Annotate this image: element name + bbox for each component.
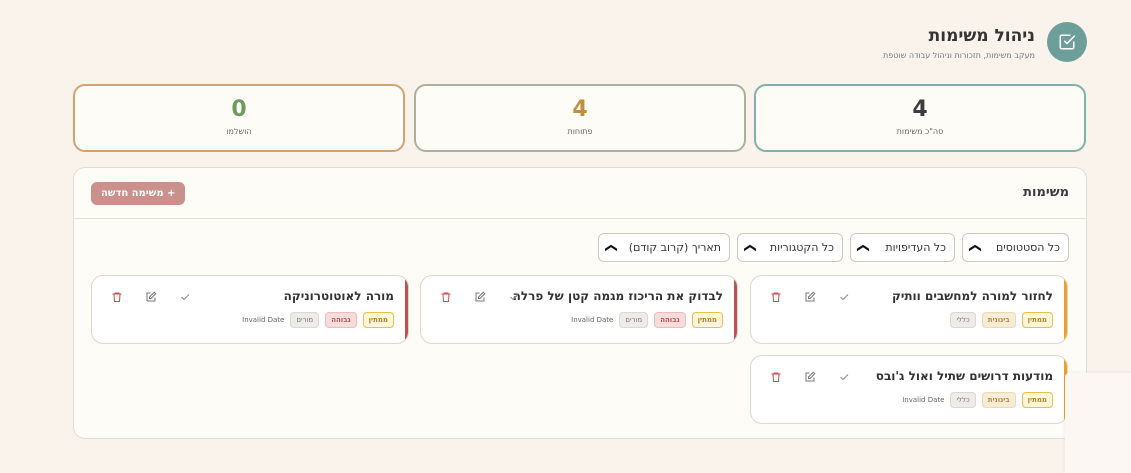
status-badge: ממתין bbox=[1021, 392, 1053, 408]
stat-total-label: סה"כ משימות bbox=[896, 127, 944, 136]
priority-badge: גבוהה bbox=[325, 312, 357, 328]
sort-value: תאריך (קרוב קודם) bbox=[628, 241, 721, 254]
priority-stripe bbox=[1064, 276, 1067, 343]
task-card[interactable]: מודעות דרושים שתיל ואול ג'ובס ממתין בינו… bbox=[750, 355, 1068, 424]
task-tags: ממתין בינונית כללי bbox=[950, 312, 1053, 328]
priority-stripe bbox=[405, 276, 408, 343]
priority-badge: בינונית bbox=[981, 312, 1016, 328]
priority-badge: גבוהה bbox=[654, 312, 686, 328]
chevron-down-icon: ❯ bbox=[857, 242, 872, 253]
status-badge: ממתין bbox=[691, 312, 723, 328]
page-title: ניהול משימות bbox=[928, 25, 1035, 46]
task-title: מודעות דרושים שתיל ואול ג'ובס bbox=[875, 369, 1053, 383]
status-filter-select[interactable]: כל הסטטוסים ❯ bbox=[962, 233, 1069, 262]
complete-icon[interactable] bbox=[835, 288, 853, 306]
complete-icon[interactable] bbox=[505, 288, 523, 306]
filters-bar: כל הסטטוסים ❯ כל העדיפויות ❯ כל הקטגוריו… bbox=[598, 233, 1069, 262]
status-badge: ממתין bbox=[362, 312, 394, 328]
edit-icon[interactable] bbox=[801, 288, 819, 306]
complete-icon[interactable] bbox=[176, 288, 194, 306]
tasks-panel-title: משימות bbox=[1023, 185, 1069, 200]
task-actions bbox=[767, 288, 853, 306]
stat-open: 4 פתוחות bbox=[414, 84, 746, 152]
tasks-panel-header: משימות + משימה חדשה bbox=[74, 168, 1086, 219]
delete-icon[interactable] bbox=[767, 368, 785, 386]
status-badge: ממתין bbox=[1021, 312, 1053, 328]
stat-total: 4 סה"כ משימות bbox=[754, 84, 1086, 152]
page-subtitle: מעקב משימות, תזכורות וניהול עבודה שוטפת bbox=[883, 50, 1035, 60]
stat-total-value: 4 bbox=[912, 97, 928, 122]
priority-filter-value: כל העדיפויות bbox=[885, 241, 946, 254]
task-title: מורה לאוטוטרוניקה bbox=[283, 289, 394, 303]
task-tags: ממתין גבוהה מורים Invalid Date bbox=[242, 312, 394, 328]
new-task-button[interactable]: + משימה חדשה bbox=[91, 182, 186, 205]
category-badge: כללי bbox=[950, 312, 976, 328]
task-tags: ממתין גבוהה מורים Invalid Date bbox=[571, 312, 723, 328]
header-text: ניהול משימות מעקב משימות, תזכורות וניהול… bbox=[883, 25, 1035, 60]
stat-done-value: 0 bbox=[231, 97, 247, 122]
chevron-down-icon: ❯ bbox=[605, 242, 620, 253]
due-date: Invalid Date bbox=[242, 316, 285, 324]
task-title: לחזור למורה למחשבים וותיק bbox=[891, 289, 1053, 303]
stat-open-label: פתוחות bbox=[567, 127, 593, 136]
task-actions bbox=[437, 288, 523, 306]
delete-icon[interactable] bbox=[767, 288, 785, 306]
task-title: לבדוק את הריכוז מגמה קטן של פרלה bbox=[512, 289, 723, 303]
chevron-down-icon: ❯ bbox=[969, 242, 984, 253]
task-card[interactable]: לחזור למורה למחשבים וותיק ממתין בינונית … bbox=[750, 275, 1068, 344]
edit-icon[interactable] bbox=[142, 288, 160, 306]
task-card[interactable]: מורה לאוטוטרוניקה ממתין גבוהה מורים Inva… bbox=[91, 275, 409, 344]
delete-icon[interactable] bbox=[108, 288, 126, 306]
status-filter-value: כל הסטטוסים bbox=[995, 241, 1060, 254]
delete-icon[interactable] bbox=[437, 288, 455, 306]
task-actions bbox=[767, 368, 853, 386]
chevron-down-icon: ❯ bbox=[744, 242, 759, 253]
priority-stripe bbox=[734, 276, 737, 343]
due-date: Invalid Date bbox=[902, 396, 945, 404]
complete-icon[interactable] bbox=[835, 368, 853, 386]
category-badge: מורים bbox=[290, 312, 320, 328]
app-header: ניהול משימות מעקב משימות, תזכורות וניהול… bbox=[883, 22, 1087, 62]
stat-open-value: 4 bbox=[572, 97, 588, 122]
task-actions bbox=[108, 288, 194, 306]
due-date: Invalid Date bbox=[571, 316, 614, 324]
category-badge: מורים bbox=[619, 312, 649, 328]
priority-filter-select[interactable]: כל העדיפויות ❯ bbox=[850, 233, 955, 262]
edit-icon[interactable] bbox=[801, 368, 819, 386]
task-tags: ממתין בינונית כללי Invalid Date bbox=[902, 392, 1053, 408]
stat-done: 0 הושלמו bbox=[73, 84, 405, 152]
side-panel bbox=[1065, 373, 1131, 473]
category-filter-select[interactable]: כל הקטגוריות ❯ bbox=[737, 233, 843, 262]
priority-badge: בינונית bbox=[981, 392, 1016, 408]
checkbox-icon bbox=[1059, 34, 1076, 50]
category-badge: כללי bbox=[950, 392, 976, 408]
edit-icon[interactable] bbox=[471, 288, 489, 306]
stat-done-label: הושלמו bbox=[226, 127, 252, 136]
category-filter-value: כל הקטגוריות bbox=[769, 241, 834, 254]
sort-select[interactable]: תאריך (קרוב קודם) ❯ bbox=[598, 233, 730, 262]
app-logo bbox=[1047, 22, 1087, 62]
task-card[interactable]: לבדוק את הריכוז מגמה קטן של פרלה ממתין ג… bbox=[420, 275, 738, 344]
